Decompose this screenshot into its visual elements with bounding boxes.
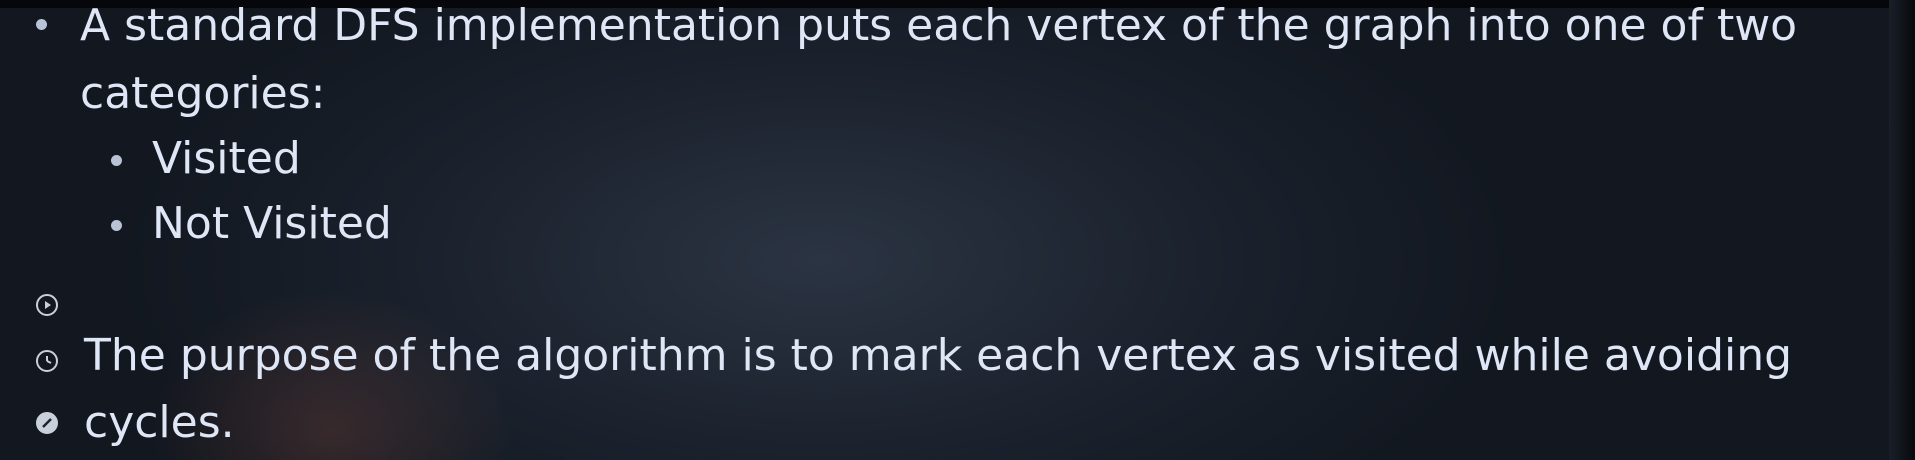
right-edge — [1889, 0, 1915, 460]
bullet2-line2: cycles. — [84, 397, 235, 448]
bullet1-line2: categories: — [80, 68, 326, 119]
play-icon-glyph — [45, 301, 51, 309]
bullet-dot — [36, 19, 47, 30]
sub-bullet-visited: Visited — [152, 133, 301, 184]
sub-bullet-dot — [111, 220, 122, 231]
timer-icon-glyph — [46, 356, 52, 364]
slide-frame: A standard DFS implementation puts each … — [0, 0, 1915, 460]
pen-icon-glyph — [42, 418, 52, 428]
sub-bullet-not-visited: Not Visited — [152, 198, 392, 249]
timer-icon[interactable] — [36, 350, 58, 372]
pen-icon[interactable] — [36, 412, 58, 434]
bullet1-line1: A standard DFS implementation puts each … — [80, 0, 1798, 51]
bullet2-line1: The purpose of the algorithm is to mark … — [84, 330, 1793, 381]
play-icon[interactable] — [36, 294, 58, 316]
sub-bullet-dot — [111, 155, 122, 166]
